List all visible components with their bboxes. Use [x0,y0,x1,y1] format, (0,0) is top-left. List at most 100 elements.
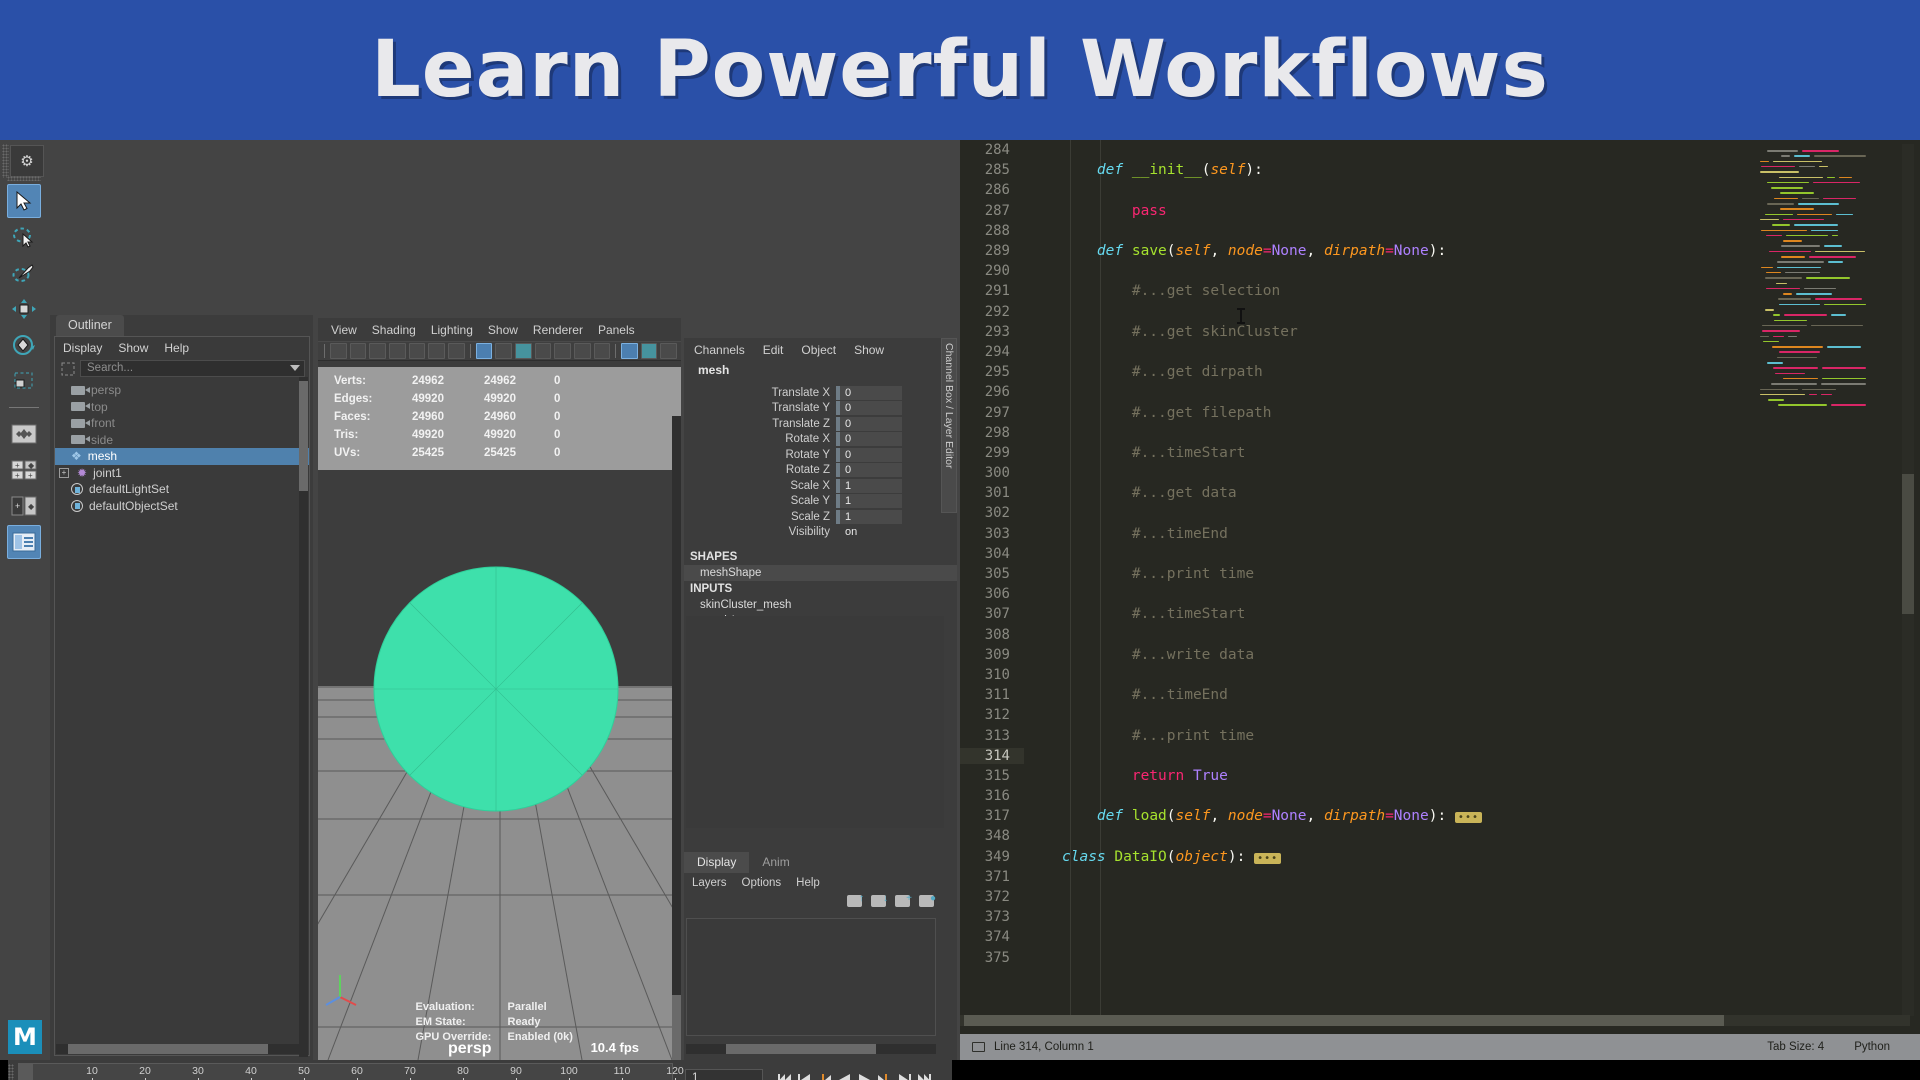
code-line[interactable]: 296 [960,382,1822,402]
go-to-end-icon[interactable] [917,1072,932,1080]
chevron-down-icon[interactable] [290,365,300,371]
line-content[interactable]: #...timeEnd [1024,526,1228,542]
code-line[interactable]: 305 #...print time [960,564,1822,584]
step-back-frame-icon[interactable] [817,1072,832,1080]
code-line[interactable]: 299 #...timeStart [960,443,1822,463]
outliner-search-input[interactable]: Search... [80,360,305,377]
code-line[interactable]: 289 def save(self, node=None, dirpath=No… [960,241,1822,261]
code-line[interactable]: 285 def __init__(self): [960,160,1822,180]
camera-attributes-icon[interactable] [369,343,386,359]
expand-toggle-icon[interactable]: + [59,467,69,478]
code-line[interactable]: 290 [960,261,1822,281]
channel-row-translate-x[interactable]: Translate X0 [684,385,957,401]
line-content[interactable]: #...get dirpath [1024,364,1263,380]
code-line[interactable]: 314 [960,746,1822,766]
scrollbar-thumb[interactable] [68,1044,268,1054]
line-content[interactable]: #...write data [1024,647,1254,663]
channel-value[interactable]: 1 [836,494,902,509]
channel-row-rotate-x[interactable]: Rotate X0 [684,432,957,448]
code-line[interactable]: 311 #...timeEnd [960,685,1822,705]
folded-code-indicator[interactable]: ••• [1454,812,1482,824]
channel-value[interactable]: 1 [836,509,902,524]
layer-menu-help[interactable]: Help [796,877,820,889]
code-line[interactable]: 304 [960,544,1822,564]
tab-display[interactable]: Display [684,852,750,873]
single-pane-layout-button[interactable] [7,417,41,451]
step-forward-frame-icon[interactable] [877,1072,892,1080]
outliner-persp-layout-button[interactable] [7,525,41,559]
move-tool-button[interactable] [7,292,41,326]
gate-mask-icon[interactable] [534,343,552,359]
channel-row-rotate-z[interactable]: Rotate Z0 [684,463,957,479]
outliner-item-side[interactable]: side [55,432,309,449]
step-forward-key-icon[interactable] [897,1072,912,1080]
toolbox-drag-grip[interactable] [7,176,41,181]
channel-menu-show[interactable]: Show [854,343,884,357]
line-content[interactable]: #...timeStart [1024,606,1246,622]
bookmark-icon[interactable] [388,343,406,359]
channel-value[interactable]: 0 [836,385,902,400]
channel-label[interactable]: Visibility [684,526,836,538]
channel-row-visibility[interactable]: Visibility on [684,525,957,541]
paint-select-tool-button[interactable] [7,256,41,290]
code-line[interactable]: 317 def load(self, node=None, dirpath=No… [960,806,1822,826]
channel-label[interactable]: Rotate Y [684,449,836,461]
channel-menu-object[interactable]: Object [801,343,836,357]
line-content[interactable]: def save(self, node=None, dirpath=None): [1024,243,1446,259]
shaded-wireframe-icon[interactable] [660,343,678,359]
move-layer-down-icon[interactable]: ↓ [871,893,888,907]
code-line[interactable]: 302 [960,503,1822,523]
code-line[interactable]: 287 pass [960,201,1822,221]
outliner-item-defaultObjectSet[interactable]: defaultObjectSet [55,498,309,515]
channel-row-translate-z[interactable]: Translate Z0 [684,416,957,432]
current-frame-input[interactable]: 1 [685,1069,763,1080]
line-content[interactable]: #...print time [1024,566,1254,582]
channel-value[interactable]: 0 [836,432,902,447]
scrollbar-thumb[interactable] [726,1044,876,1054]
layer-menu-layers[interactable]: Layers [692,877,727,889]
code-line[interactable]: 309 #...write data [960,645,1822,665]
scrollbar-thumb[interactable] [672,995,681,1060]
four-pane-layout-button[interactable]: + ◆ + + [7,453,41,487]
resolution-gate-icon[interactable] [514,343,532,359]
code-line[interactable]: 286 [960,180,1822,200]
code-line[interactable]: 300 [960,463,1822,483]
line-content[interactable]: #...timeEnd [1024,687,1228,703]
channel-row-scale-x[interactable]: Scale X1 [684,478,957,494]
line-content[interactable]: def __init__(self): [1024,162,1263,178]
xray-icon[interactable] [573,343,591,359]
outliner-menu-display[interactable]: Display [63,341,102,355]
line-content[interactable]: #...print time [1024,728,1254,744]
cursor-position-label[interactable]: Line 314, Column 1 [994,1041,1094,1053]
code-line[interactable]: 284 [960,140,1822,160]
code-line[interactable]: 349 class DataIO(object): ••• [960,847,1822,867]
outliner-item-top[interactable]: top [55,399,309,416]
rotate-tool-button[interactable] [7,328,41,362]
channel-menu-edit[interactable]: Edit [763,343,784,357]
line-content[interactable]: pass [1024,203,1167,219]
wireframe-shading-icon[interactable] [621,343,638,359]
viewport-menu-view[interactable]: View [331,323,357,337]
scrollbar-thumb[interactable] [1902,474,1914,614]
line-content[interactable]: return True [1024,768,1228,784]
code-line[interactable]: 303 #...timeEnd [960,524,1822,544]
channel-label[interactable]: Rotate X [684,433,836,445]
channel-row-rotate-y[interactable]: Rotate Y0 [684,447,957,463]
code-line[interactable]: 312 [960,705,1822,725]
channel-value[interactable]: 0 [836,463,902,478]
two-d-pan-zoom-icon[interactable] [428,343,445,359]
line-content[interactable]: #...get filepath [1024,405,1272,421]
camera-icon[interactable] [329,343,347,359]
channel-label[interactable]: Translate X [684,387,836,399]
current-time-indicator[interactable]: 1 [19,1064,33,1080]
channel-label[interactable]: Scale Y [684,495,836,507]
lasso-select-tool-button[interactable] [7,220,41,254]
grease-pencil-icon[interactable] [447,343,465,359]
channel-value[interactable]: on [836,525,902,539]
viewport-menu-show[interactable]: Show [488,323,518,337]
channel-section-item[interactable]: skinCluster_mesh [684,597,957,613]
code-area[interactable]: 284 285 def __init__(self): 286 287 pass 288… [960,140,1822,1020]
code-line[interactable]: 301 #...get data [960,483,1822,503]
outliner-vertical-scrollbar[interactable] [299,377,308,1057]
channel-section-item[interactable]: meshShape [684,565,957,581]
